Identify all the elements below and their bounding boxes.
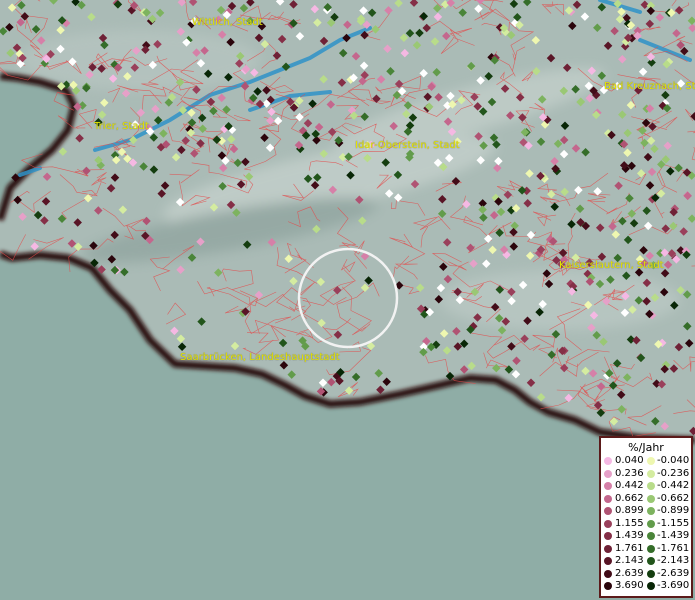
legend-swatch-positive: [604, 582, 612, 590]
legend-value-positive: 1.439: [615, 530, 644, 541]
legend-row: 0.442 -0.442: [601, 480, 691, 492]
legend-swatch-negative: [647, 582, 655, 590]
legend-value-negative: -1.155: [657, 517, 690, 529]
city-label-kaiserslautern: Kaiserslautern, Stadt: [559, 260, 664, 271]
legend-swatch-positive: [604, 519, 612, 528]
city-label-bad-kreuznach: Bad Kreuznach, St: [604, 81, 695, 92]
legend-swatch-positive: [604, 569, 612, 578]
legend-value-negative: -0.899: [657, 505, 690, 516]
legend-value-negative: -2.143: [657, 555, 690, 566]
legend-swatch-positive: [604, 532, 612, 540]
legend-swatch-positive: [604, 469, 612, 478]
legend-swatch-negative: [647, 569, 655, 578]
legend-value-negative: -2.639: [657, 567, 690, 579]
legend-row: 0.236 -0.236: [601, 467, 691, 480]
legend-swatch-negative: [647, 469, 655, 478]
legend-value-positive: 0.442: [615, 480, 644, 491]
legend-row: 1.439 -1.439: [601, 530, 691, 542]
legend-row: 1.761 -1.761: [601, 542, 691, 555]
legend-panel: %/Jahr 0.040 -0.040 0.236 -0.236 0.442 -0.442…: [599, 436, 693, 598]
legend-value-positive: 2.639: [615, 567, 644, 579]
legend-title: %/Jahr: [628, 441, 664, 454]
legend-value-positive: 3.690: [615, 580, 644, 591]
legend-value-positive: 2.143: [615, 555, 644, 566]
legend-swatch-positive: [604, 482, 612, 490]
legend-swatch-negative: [647, 532, 655, 540]
legend-swatch-negative: [647, 519, 655, 528]
legend-value-positive: 1.155: [615, 517, 644, 529]
city-label-wittlich: Wittlich, Stadt: [192, 17, 263, 28]
legend-swatch-negative: [647, 557, 655, 565]
legend-row: 2.639 -2.639: [601, 567, 691, 580]
legend-value-negative: -1.439: [657, 530, 690, 541]
legend-value-positive: 0.662: [615, 492, 644, 504]
legend-swatch-positive: [604, 557, 612, 565]
legend-swatch-positive: [604, 544, 612, 553]
map-canvas[interactable]: [0, 0, 695, 600]
legend-value-positive: 0.899: [615, 505, 644, 516]
legend-swatch-negative: [647, 457, 655, 465]
legend-value-positive: 0.236: [615, 467, 644, 479]
legend-row: 0.040 -0.040: [601, 455, 691, 467]
legend-swatch-negative: [647, 482, 655, 490]
city-label-saarbruecken: Saarbrücken, Landeshauptstadt: [180, 352, 340, 363]
legend-value-positive: 1.761: [615, 542, 644, 554]
legend-value-negative: -1.761: [657, 542, 690, 554]
legend-value-positive: 0.040: [615, 455, 644, 466]
legend-swatch-positive: [604, 457, 612, 465]
legend-value-negative: -0.236: [657, 467, 690, 479]
legend-swatch-negative: [647, 494, 655, 503]
city-label-idar-oberstein: Idar-Oberstein, Stadt: [355, 140, 460, 151]
legend-value-negative: -0.040: [657, 455, 690, 466]
legend-swatch-positive: [604, 507, 612, 515]
legend-value-negative: -0.442: [657, 480, 690, 491]
city-label-trier: Trier, Stadt: [94, 121, 149, 132]
legend-row: 3.690 -3.690: [601, 580, 691, 592]
legend-value-negative: -0.662: [657, 492, 690, 504]
legend-swatch-negative: [647, 507, 655, 515]
legend-row: 1.155 -1.155: [601, 517, 691, 530]
legend-value-negative: -3.690: [657, 580, 690, 591]
legend-row: 0.662 -0.662: [601, 492, 691, 505]
legend-row: 2.143 -2.143: [601, 555, 691, 567]
legend-swatch-positive: [604, 494, 612, 503]
legend-swatch-negative: [647, 544, 655, 553]
legend-row: 0.899 -0.899: [601, 505, 691, 517]
